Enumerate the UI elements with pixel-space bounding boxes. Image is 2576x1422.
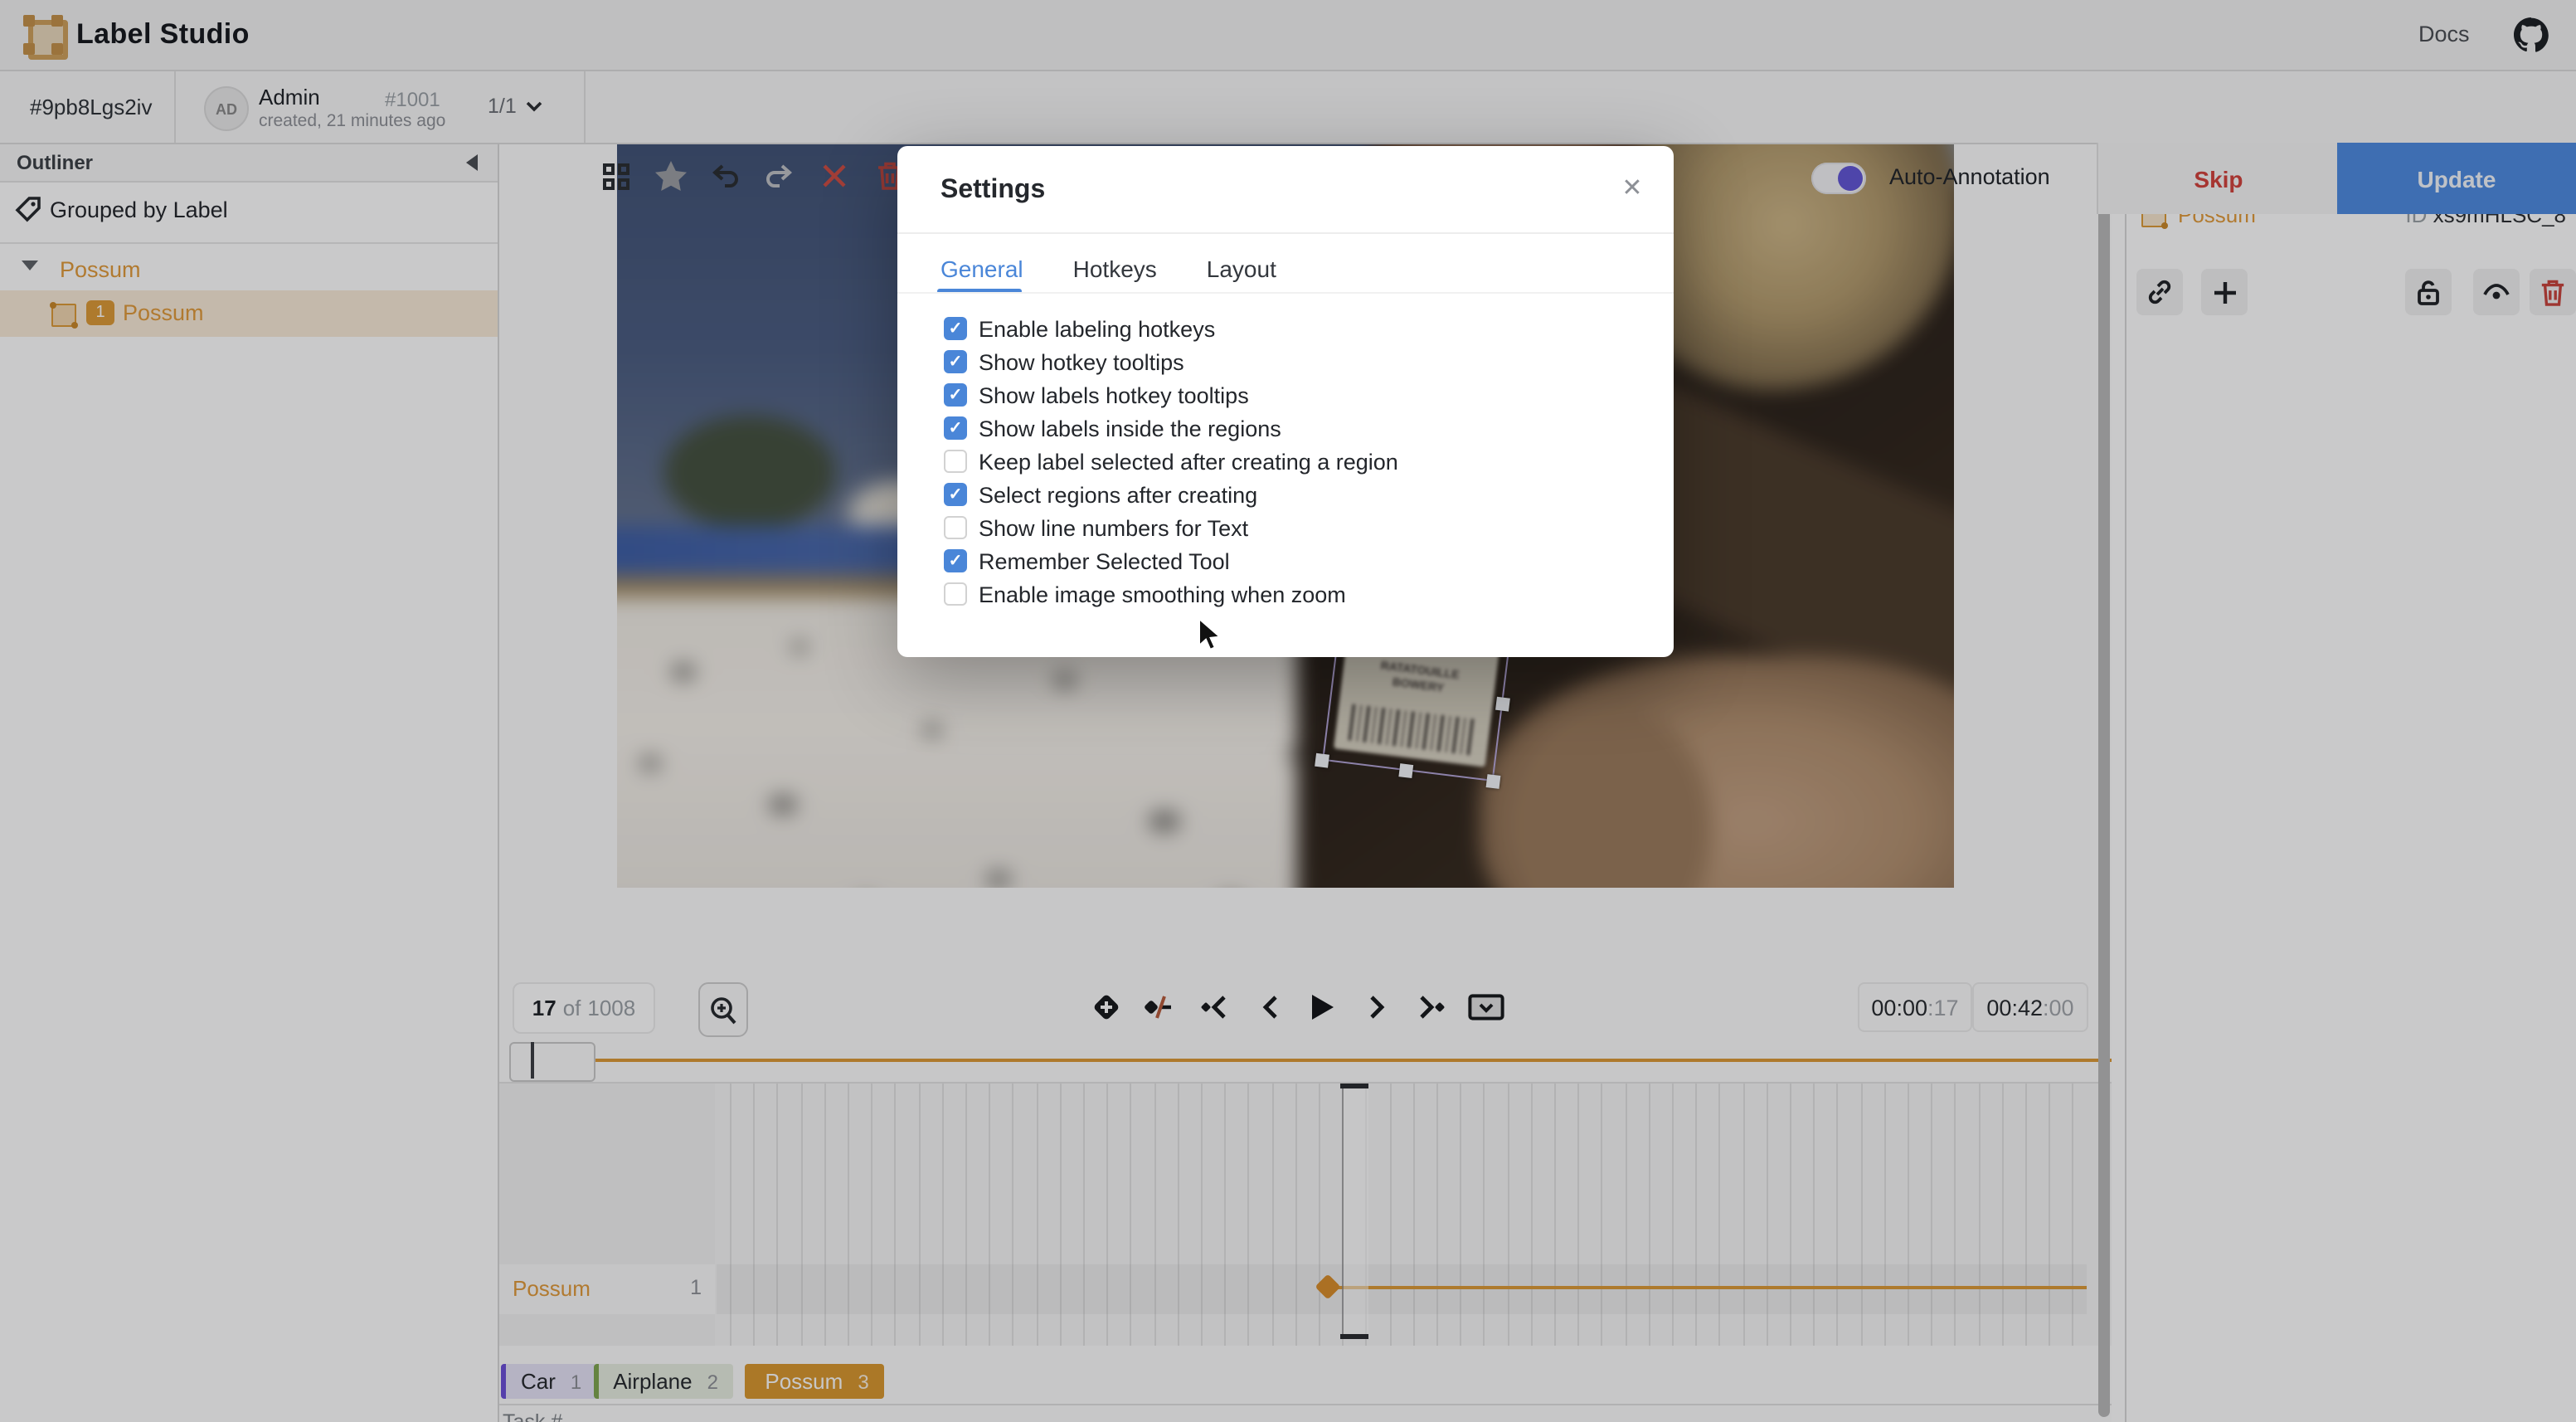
setting-label: Select regions after creating [979,482,1257,507]
label-studio-app: Label Studio Docs #9pb8Lgs2iv AD Admin c… [0,0,2576,1422]
divider [897,232,1674,234]
setting-row[interactable]: ✓ Select regions after creating [944,478,1640,511]
setting-row[interactable]: ✓ Enable labeling hotkeys [944,312,1640,345]
checkbox-unchecked-icon[interactable] [944,450,967,473]
setting-label: Enable labeling hotkeys [979,316,1215,341]
checkbox-checked-icon[interactable]: ✓ [944,416,967,440]
settings-options: ✓ Enable labeling hotkeys ✓ Show hotkey too… [944,312,1640,611]
mouse-cursor [1198,617,1222,654]
setting-label: Show labels inside the regions [979,416,1281,441]
setting-row[interactable]: ✓ Remember Selected Tool [944,544,1640,577]
setting-label: Keep label selected after creating a reg… [979,449,1398,474]
setting-row[interactable]: Show line numbers for Text [944,511,1640,544]
setting-label: Enable image smoothing when zoom [979,582,1346,606]
settings-modal: Settings ✕ GeneralHotkeysLayout ✓Enable … [897,146,1674,657]
close-icon[interactable]: ✕ [1614,169,1650,206]
setting-label: Remember Selected Tool [979,548,1230,573]
setting-label: Show hotkey tooltips [979,349,1184,374]
setting-label: Show labels hotkey tooltips [979,382,1249,407]
checkbox-checked-icon[interactable]: ✓ [944,317,967,340]
checkbox-checked-icon[interactable]: ✓ [944,350,967,373]
tab-hotkeys[interactable]: Hotkeys [1073,249,1157,295]
checkbox-unchecked-icon[interactable] [944,516,967,539]
divider [897,292,1674,294]
checkbox-checked-icon[interactable]: ✓ [944,549,967,572]
setting-row[interactable]: Enable image smoothing when zoom [944,577,1640,611]
checkbox-checked-icon[interactable]: ✓ [944,483,967,506]
setting-row[interactable]: ✓ Show hotkey tooltips [944,345,1640,378]
setting-row[interactable]: ✓ Show labels hotkey tooltips [944,378,1640,412]
tab-layout[interactable]: Layout [1207,249,1276,295]
checkbox-unchecked-icon[interactable] [944,582,967,606]
modal-title: Settings [940,176,1045,206]
checkbox-checked-icon[interactable]: ✓ [944,383,967,407]
setting-row[interactable]: ✓ Show labels inside the regions [944,412,1640,445]
setting-row[interactable]: Keep label selected after creating a reg… [944,445,1640,478]
setting-label: Show line numbers for Text [979,515,1248,540]
